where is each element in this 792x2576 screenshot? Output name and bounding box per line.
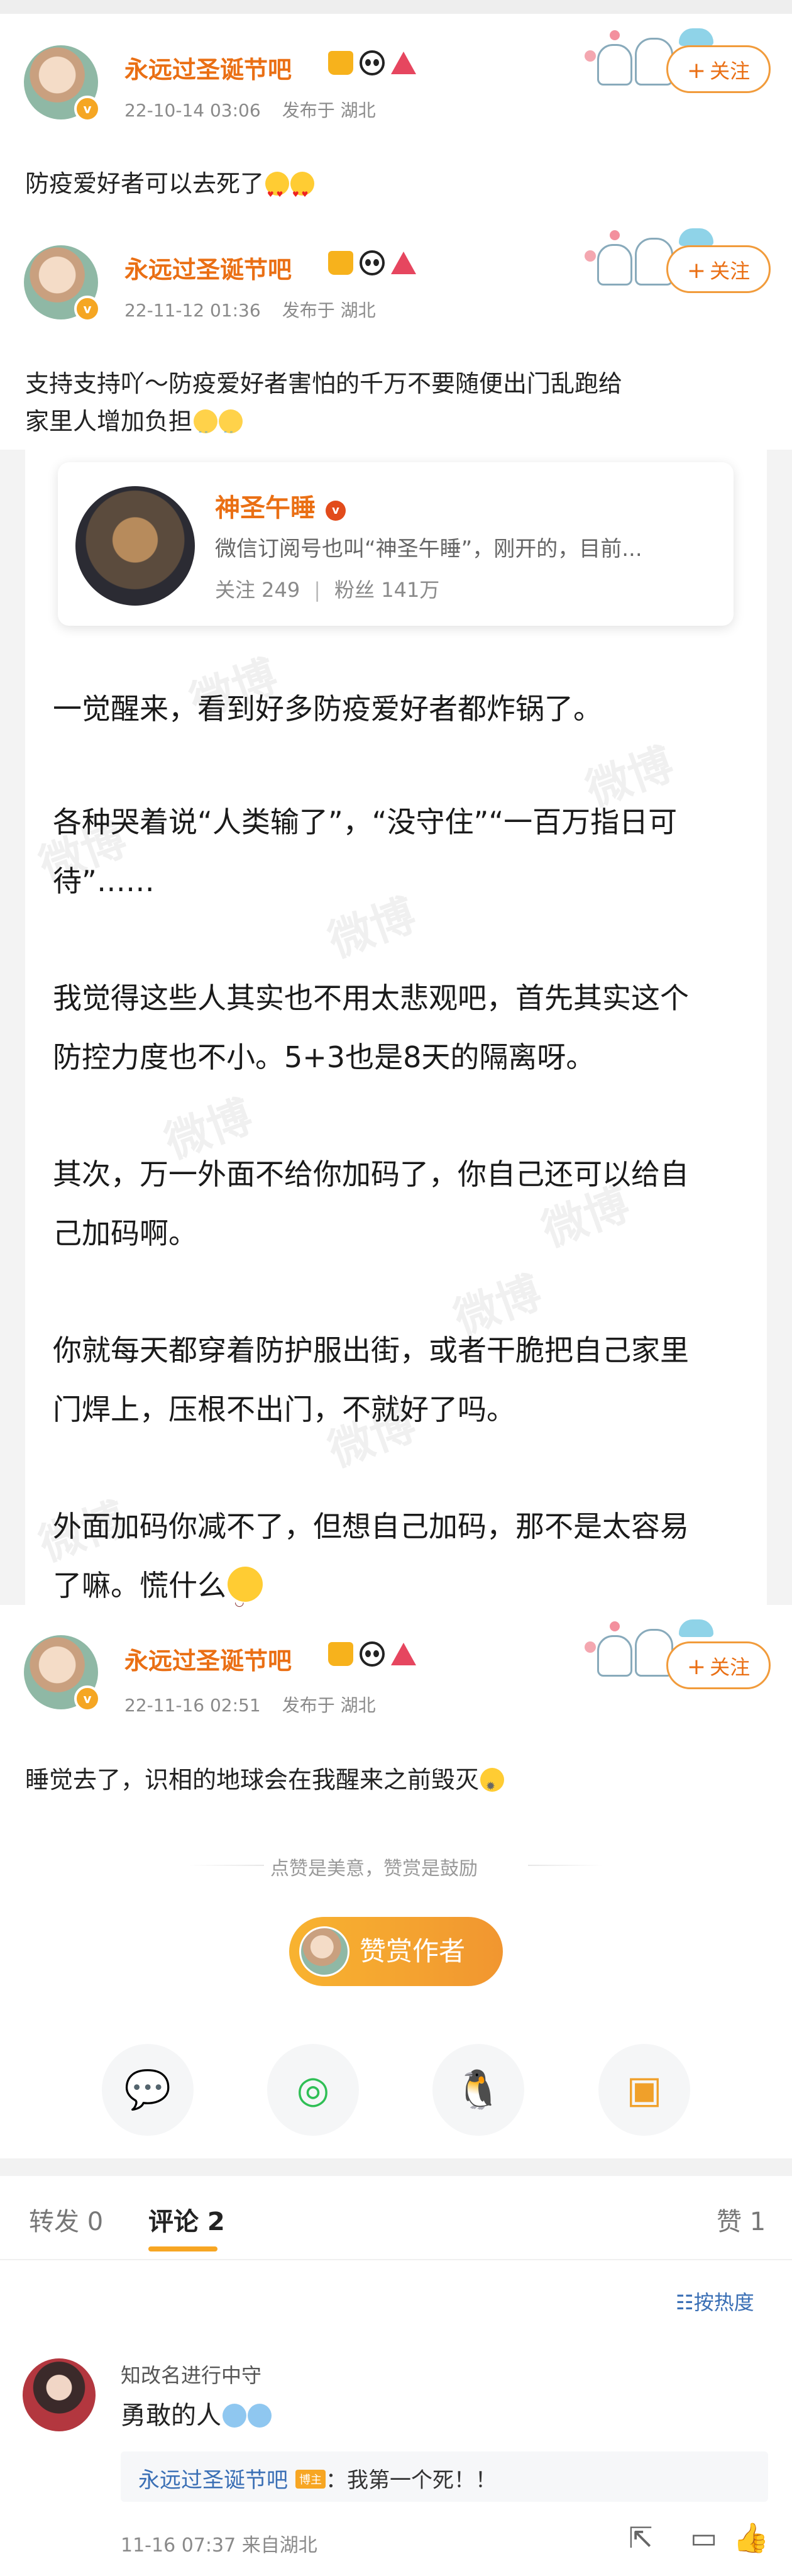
emoji-icon <box>248 2404 272 2428</box>
post-meta: 22-11-12 01:36 发布于 湖北 <box>124 297 376 322</box>
section-gap <box>0 2158 792 2176</box>
reply-text: ：我第一个死！！ <box>326 2468 497 2493</box>
grin-emoji-icon <box>228 1567 263 1632</box>
tab-active-indicator <box>148 2246 217 2251</box>
qq-share-icon[interactable]: 🐧 <box>432 2044 524 2136</box>
verified-badge-icon: v <box>326 501 346 521</box>
card-stats: 关注 249 | 粉丝 141万 <box>215 578 440 602</box>
verified-badge-icon: v <box>74 296 101 322</box>
plus-icon: + <box>686 1654 707 1680</box>
avatar <box>299 1926 349 1977</box>
sort-icon: ☷ <box>676 2290 694 2314</box>
avatar[interactable]: v <box>24 245 101 322</box>
comment-text: 勇敢的人 <box>121 2395 272 2431</box>
repost-author-card[interactable]: 神圣午睡 v 微信订阅号也叫“神圣午睡”，刚开的，目前... 关注 249 | 粉丝 … <box>58 462 734 626</box>
crying-emoji-icon <box>194 409 218 451</box>
post-meta: 22-10-14 03:06 发布于 湖北 <box>124 97 376 122</box>
reply-author-name[interactable]: 永远过圣诞节吧 <box>138 2468 288 2493</box>
post-text: 防疫爱好者可以去死了 <box>25 165 315 213</box>
mountain-badge-icon <box>391 51 416 74</box>
article-line: 外面加码你减不了，但想自己加码，那不是太容易 <box>53 1509 689 1543</box>
article-line: 我觉得这些人其实也不用太悲观吧，首先其实这个 <box>53 981 689 1015</box>
tab-repost[interactable]: 转发 0 <box>29 2201 103 2238</box>
post-text: 支持支持吖～防疫爱好者害怕的千万不要随便出门乱跑给 家里人增加负担 <box>25 365 622 451</box>
comment-meta: 11-16 07:37 来自湖北 <box>121 2534 317 2557</box>
user-badges <box>328 49 416 75</box>
card-avatar[interactable] <box>75 486 195 606</box>
crown-badge-icon <box>328 250 353 275</box>
divider-left <box>189 1865 264 1866</box>
heart-eyes-emoji-icon <box>290 172 315 213</box>
divider-right <box>528 1865 603 1866</box>
panda-badge-icon <box>360 1641 385 1667</box>
divider <box>0 2259 792 2260</box>
save-image-icon[interactable]: ▣ <box>598 2044 690 2136</box>
crown-badge-icon <box>328 1641 353 1666</box>
verified-badge-icon: v <box>74 96 101 122</box>
reward-author-button[interactable]: 赞赏作者 <box>289 1917 503 1986</box>
user-badges <box>328 1640 416 1667</box>
moments-share-icon[interactable]: ◎ <box>267 2044 359 2136</box>
post-location: 发布于 湖北 <box>282 100 376 121</box>
post-date: 22-10-14 03:06 <box>124 100 261 121</box>
crown-badge-icon <box>328 50 353 75</box>
article-line: 你就每天都穿着防护服出街，或者干脆把自己家里 <box>53 1333 689 1367</box>
post-location: 发布于 湖北 <box>282 1695 376 1716</box>
avatar[interactable] <box>23 2358 96 2431</box>
avatar[interactable]: v <box>24 45 101 122</box>
reward-prompt: 点赞是美意，赞赏是鼓励 <box>270 1858 478 1880</box>
like-icon[interactable]: 👍 <box>733 2521 769 2555</box>
crying-emoji-icon <box>219 409 243 451</box>
plus-icon: + <box>686 258 707 284</box>
article-line: 门焊上，压根不出门，不就好了吗。 <box>53 1392 515 1426</box>
follow-button[interactable]: + 关注 <box>666 45 771 93</box>
card-author-name[interactable]: 神圣午睡 v <box>215 487 346 524</box>
article-line: 各种哭着说“人类输了”，“没守住”“一百万指日可 <box>53 805 678 839</box>
dizzy-emoji-icon <box>480 1768 505 1806</box>
tab-comments[interactable]: 评论 2 <box>148 2201 225 2238</box>
post-author-name[interactable]: 永远过圣诞节吧 <box>124 1641 292 1676</box>
emoji-icon <box>223 2404 246 2428</box>
repost-icon[interactable]: ⇱ <box>629 2521 653 2555</box>
tab-likes[interactable]: 赞 1 <box>717 2201 766 2238</box>
plus-icon: + <box>686 58 707 84</box>
user-badges <box>328 249 416 275</box>
author-reply[interactable]: 永远过圣诞节吧 博主 ：我第一个死！！ <box>121 2451 768 2502</box>
comment-icon[interactable]: ▭ <box>690 2521 717 2555</box>
post-meta: 22-11-16 02:51 发布于 湖北 <box>124 1692 376 1717</box>
post-text: 睡觉去了，识相的地球会在我醒来之前毁灭 <box>25 1761 505 1806</box>
mountain-badge-icon <box>391 251 416 274</box>
card-description: 微信订阅号也叫“神圣午睡”，刚开的，目前... <box>215 536 642 562</box>
article-line: 一觉醒来，看到好多防疫爱好者都炸锅了。 <box>53 692 602 726</box>
article-line: 了嘛。慌什么 <box>53 1556 751 1632</box>
post-author-name[interactable]: 永远过圣诞节吧 <box>124 250 292 285</box>
article-line: 防控力度也不小。5+3也是8天的隔离呀。 <box>53 1040 595 1074</box>
follow-button[interactable]: + 关注 <box>666 245 771 293</box>
post-author-name[interactable]: 永远过圣诞节吧 <box>124 50 292 85</box>
sort-by-hot-button[interactable]: ☷按热度 <box>676 2287 754 2316</box>
avatar[interactable]: v <box>24 1635 101 1712</box>
author-badge: 博主 <box>295 2470 326 2489</box>
post-date: 22-11-16 02:51 <box>124 1695 261 1716</box>
panda-badge-icon <box>360 250 385 275</box>
article-line: 己加码啊。 <box>53 1216 197 1250</box>
panda-badge-icon <box>360 50 385 75</box>
follow-button[interactable]: + 关注 <box>666 1641 771 1689</box>
article-line: 待”…… <box>53 864 155 898</box>
verified-badge-icon: v <box>74 1685 101 1712</box>
post-location: 发布于 湖北 <box>282 300 376 321</box>
comment-author-name[interactable]: 知改名进行中守 <box>121 2360 261 2389</box>
mountain-badge-icon <box>391 1642 416 1665</box>
post-date: 22-11-12 01:36 <box>124 300 261 321</box>
status-strip <box>0 0 792 14</box>
article-line: 其次，万一外面不给你加码了，你自己还可以给自 <box>53 1157 689 1191</box>
heart-eyes-emoji-icon <box>265 172 290 213</box>
wechat-share-icon[interactable]: 💬 <box>102 2044 194 2136</box>
